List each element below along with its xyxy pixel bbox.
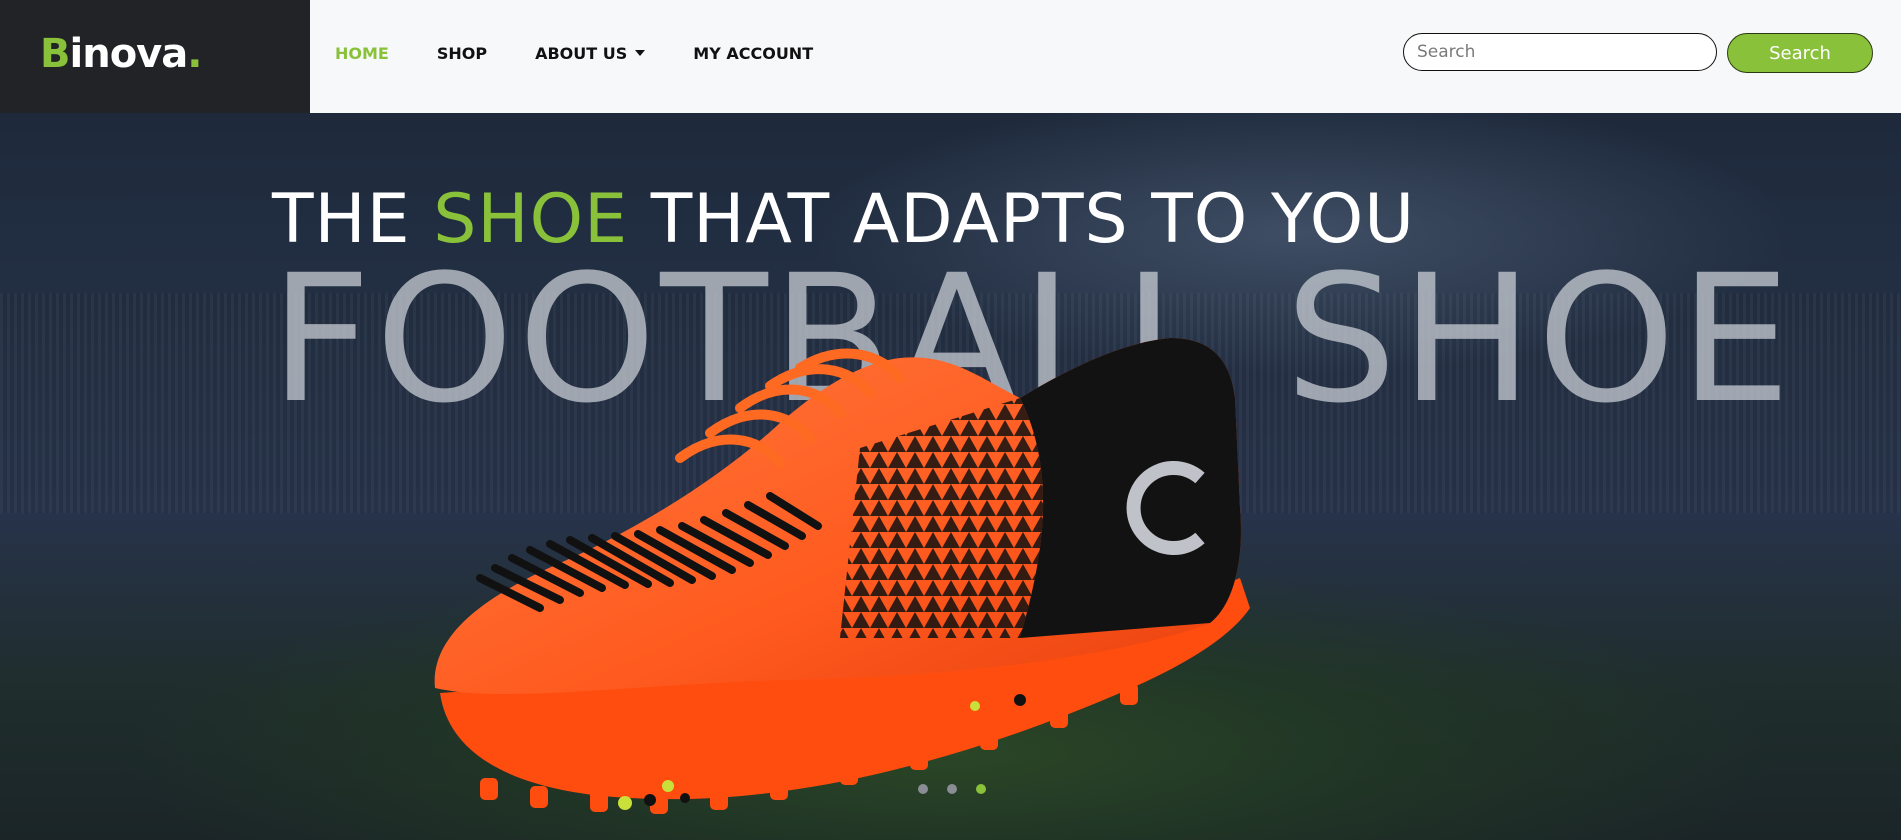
nav-about-us-label: ABOUT US <box>535 43 628 63</box>
nav-shop[interactable]: SHOP <box>437 44 487 63</box>
hero-slider: THE SHOE THAT ADAPTS TO YOU FOOTBALL SHO… <box>0 113 1901 840</box>
main-nav: HOME SHOP ABOUT US MY ACCOUNT <box>335 0 861 106</box>
slider-indicators <box>918 784 986 794</box>
search-button[interactable]: Search <box>1727 33 1873 73</box>
slider-dot-1[interactable] <box>918 784 928 794</box>
nav-my-account[interactable]: MY ACCOUNT <box>693 44 813 63</box>
brand-logo-dot: . <box>187 31 202 77</box>
navbar: Binova. HOME SHOP ABOUT US MY ACCOUNT Se… <box>0 0 1901 113</box>
nav-home[interactable]: HOME <box>335 44 389 63</box>
chevron-down-icon <box>635 50 646 56</box>
slider-dot-3[interactable] <box>976 784 986 794</box>
brand-logo[interactable]: Binova. <box>40 28 202 80</box>
search-input[interactable] <box>1403 33 1717 71</box>
brand-logo-text: inova <box>69 31 189 77</box>
football-shoe-image <box>434 338 1250 814</box>
nav-about-us[interactable]: ABOUT US <box>535 43 646 63</box>
brand-logo-initial: B <box>40 31 70 77</box>
slider-dot-2[interactable] <box>947 784 957 794</box>
brand-area: Binova. <box>0 0 310 113</box>
